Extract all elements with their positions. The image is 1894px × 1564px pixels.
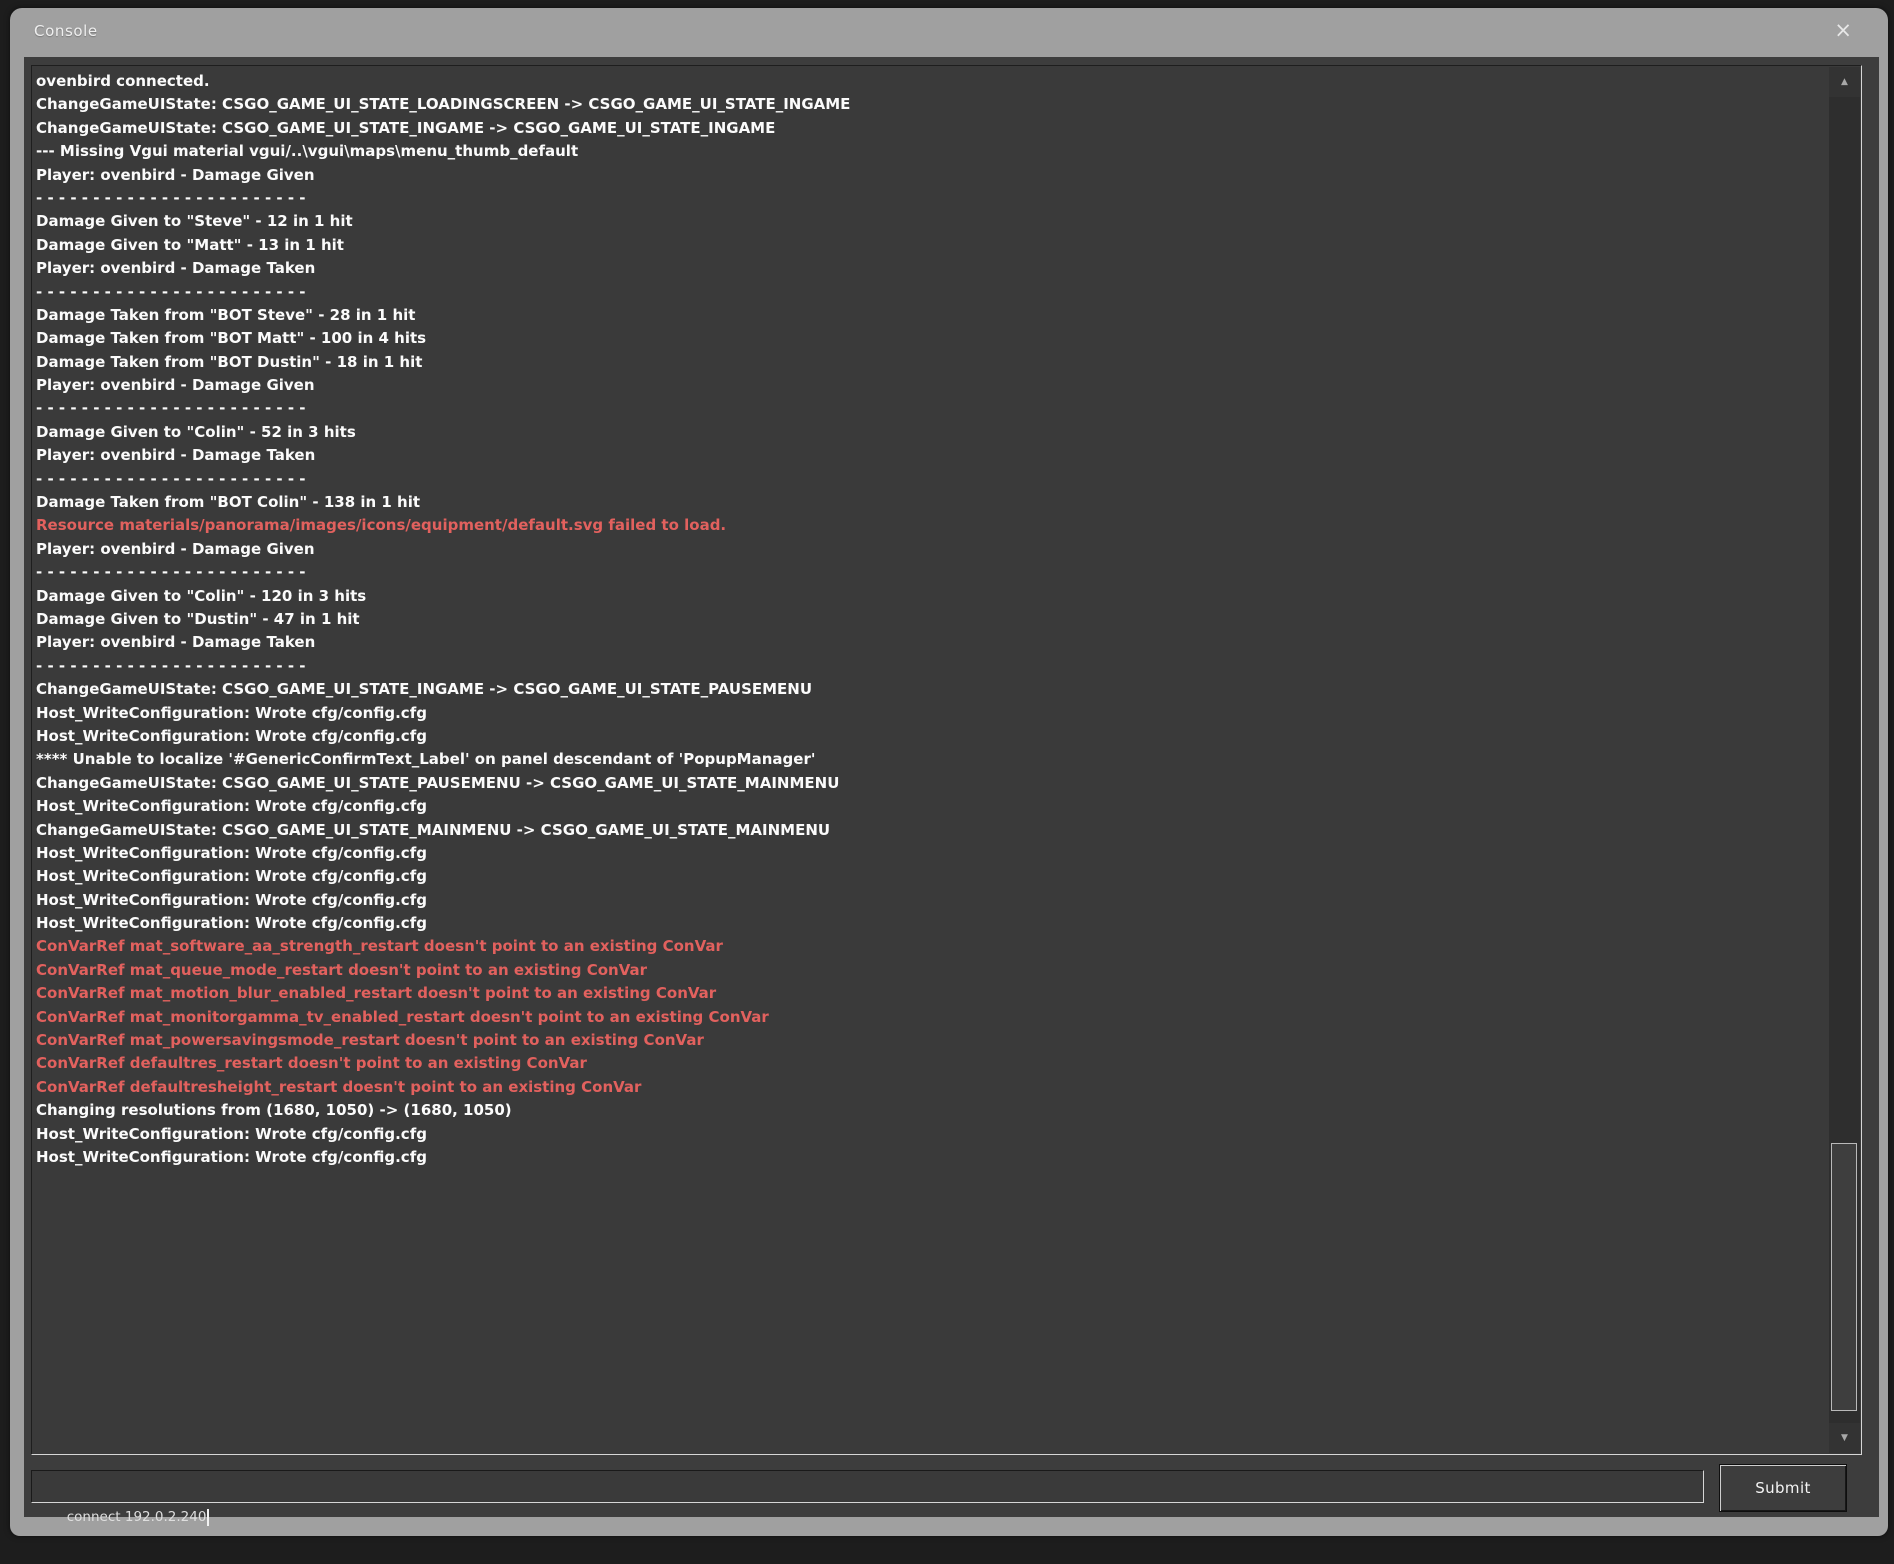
log-line: Player: ovenbird - Damage Given xyxy=(36,164,1825,187)
log-line-error: ConVarRef mat_powersavingsmode_restart d… xyxy=(36,1029,1825,1052)
log-line: - - - - - - - - - - - - - - - - - - - - … xyxy=(36,655,1825,678)
log-line: Host_WriteConfiguration: Wrote cfg/confi… xyxy=(36,702,1825,725)
log-line: ChangeGameUIState: CSGO_GAME_UI_STATE_IN… xyxy=(36,117,1825,140)
log-line: Host_WriteConfiguration: Wrote cfg/confi… xyxy=(36,912,1825,935)
log-line-error: ConVarRef mat_motion_blur_enabled_restar… xyxy=(36,982,1825,1005)
scrollbar-thumb[interactable] xyxy=(1831,1143,1857,1411)
log-line: - - - - - - - - - - - - - - - - - - - - … xyxy=(36,187,1825,210)
console-window: Console × ovenbird connected.ChangeGameU… xyxy=(10,8,1888,1536)
log-line: Host_WriteConfiguration: Wrote cfg/confi… xyxy=(36,889,1825,912)
command-input[interactable]: connect 192.0.2.240 xyxy=(31,1470,1704,1503)
text-cursor xyxy=(207,1509,209,1526)
close-icon[interactable]: × xyxy=(1834,20,1852,41)
submit-button[interactable]: Submit xyxy=(1719,1464,1847,1512)
log-line: ChangeGameUIState: CSGO_GAME_UI_STATE_PA… xyxy=(36,772,1825,795)
log-line: Host_WriteConfiguration: Wrote cfg/confi… xyxy=(36,725,1825,748)
console-panel: ovenbird connected.ChangeGameUIState: CS… xyxy=(24,57,1879,1517)
log-line: ChangeGameUIState: CSGO_GAME_UI_STATE_MA… xyxy=(36,819,1825,842)
console-log[interactable]: ovenbird connected.ChangeGameUIState: CS… xyxy=(36,70,1825,1452)
log-line: Player: ovenbird - Damage Given xyxy=(36,374,1825,397)
window-title: Console xyxy=(34,22,98,40)
log-line: - - - - - - - - - - - - - - - - - - - - … xyxy=(36,397,1825,420)
log-line: Host_WriteConfiguration: Wrote cfg/confi… xyxy=(36,865,1825,888)
log-line: ChangeGameUIState: CSGO_GAME_UI_STATE_LO… xyxy=(36,93,1825,116)
log-line: Host_WriteConfiguration: Wrote cfg/confi… xyxy=(36,842,1825,865)
log-line: ovenbird connected. xyxy=(36,70,1825,93)
log-line: Damage Taken from "BOT Dustin" - 18 in 1… xyxy=(36,351,1825,374)
scroll-down-button[interactable]: ▼ xyxy=(1829,1423,1860,1453)
log-line: Damage Taken from "BOT Matt" - 100 in 4 … xyxy=(36,327,1825,350)
log-line: - - - - - - - - - - - - - - - - - - - - … xyxy=(36,281,1825,304)
scroll-up-button[interactable]: ▲ xyxy=(1829,67,1860,97)
log-line-error: Resource materials/panorama/images/icons… xyxy=(36,514,1825,537)
log-line: Host_WriteConfiguration: Wrote cfg/confi… xyxy=(36,1146,1825,1169)
log-line: - - - - - - - - - - - - - - - - - - - - … xyxy=(36,468,1825,491)
log-line: **** Unable to localize '#GenericConfirm… xyxy=(36,748,1825,771)
titlebar[interactable]: Console × xyxy=(10,8,1888,57)
log-line: Damage Given to "Colin" - 52 in 3 hits xyxy=(36,421,1825,444)
log-line-error: ConVarRef defaultresheight_restart doesn… xyxy=(36,1076,1825,1099)
log-line-error: ConVarRef defaultres_restart doesn't poi… xyxy=(36,1052,1825,1075)
log-line: Player: ovenbird - Damage Taken xyxy=(36,444,1825,467)
scroll-up-icon: ▲ xyxy=(1841,77,1848,87)
log-line-error: ConVarRef mat_monitorgamma_tv_enabled_re… xyxy=(36,1006,1825,1029)
console-log-box: ovenbird connected.ChangeGameUIState: CS… xyxy=(31,65,1862,1455)
scroll-down-icon: ▼ xyxy=(1841,1433,1848,1443)
log-line: Player: ovenbird - Damage Taken xyxy=(36,257,1825,280)
log-line: Host_WriteConfiguration: Wrote cfg/confi… xyxy=(36,795,1825,818)
log-line: Damage Given to "Steve" - 12 in 1 hit xyxy=(36,210,1825,233)
log-line-error: ConVarRef mat_queue_mode_restart doesn't… xyxy=(36,959,1825,982)
log-line: Damage Taken from "BOT Steve" - 28 in 1 … xyxy=(36,304,1825,327)
log-line: Player: ovenbird - Damage Given xyxy=(36,538,1825,561)
scrollbar[interactable]: ▲ ▼ xyxy=(1829,67,1860,1453)
command-input-value: connect 192.0.2.240 xyxy=(67,1509,207,1525)
log-line: ChangeGameUIState: CSGO_GAME_UI_STATE_IN… xyxy=(36,678,1825,701)
log-line: Damage Given to "Dustin" - 47 in 1 hit xyxy=(36,608,1825,631)
log-line: Damage Taken from "BOT Colin" - 138 in 1… xyxy=(36,491,1825,514)
log-line: Host_WriteConfiguration: Wrote cfg/confi… xyxy=(36,1123,1825,1146)
log-line: Changing resolutions from (1680, 1050) -… xyxy=(36,1099,1825,1122)
log-line: --- Missing Vgui material vgui/..\vgui\m… xyxy=(36,140,1825,163)
log-line-error: ConVarRef mat_software_aa_strength_resta… xyxy=(36,935,1825,958)
log-line: Player: ovenbird - Damage Taken xyxy=(36,631,1825,654)
log-line: - - - - - - - - - - - - - - - - - - - - … xyxy=(36,561,1825,584)
log-line: Damage Given to "Matt" - 13 in 1 hit xyxy=(36,234,1825,257)
log-line: Damage Given to "Colin" - 120 in 3 hits xyxy=(36,585,1825,608)
